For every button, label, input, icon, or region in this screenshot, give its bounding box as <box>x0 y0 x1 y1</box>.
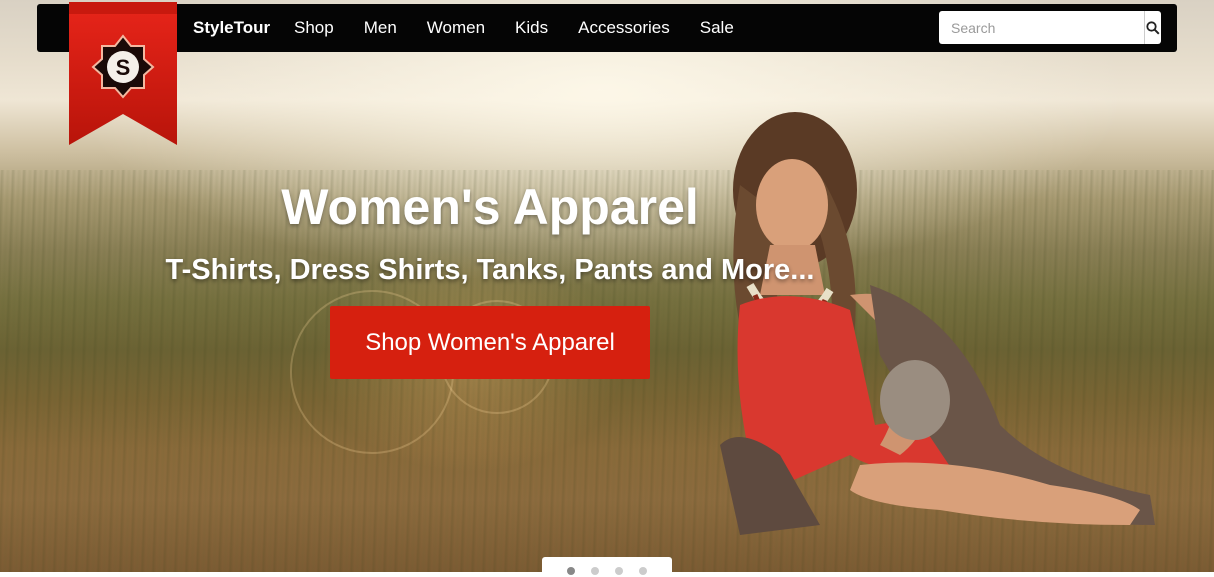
carousel-dot-3[interactable] <box>615 567 623 575</box>
hero-model-photo <box>720 112 1155 535</box>
search-input[interactable] <box>939 11 1144 44</box>
search-button[interactable] <box>1144 11 1161 44</box>
carousel-dot-2[interactable] <box>591 567 599 575</box>
carousel-dot-4[interactable] <box>639 567 647 575</box>
logo-ribbon[interactable]: S <box>69 2 177 145</box>
nav-item-men[interactable]: Men <box>364 18 397 38</box>
search-icon <box>1146 20 1160 35</box>
nav-item-sale[interactable]: Sale <box>700 18 734 38</box>
logo-letter: S <box>116 55 131 80</box>
main-nav: Shop Men Women Kids Accessories Sale <box>294 4 764 52</box>
shop-womens-apparel-button[interactable]: Shop Women's Apparel <box>330 306 650 379</box>
brand-name[interactable]: StyleTour <box>193 18 270 38</box>
nav-item-women[interactable]: Women <box>427 18 485 38</box>
nav-item-shop[interactable]: Shop <box>294 18 334 38</box>
top-navbar: StyleTour Shop Men Women Kids Accessorie… <box>37 4 1177 52</box>
search-form <box>939 11 1161 44</box>
hero-title: Women's Apparel <box>281 179 699 235</box>
nav-item-kids[interactable]: Kids <box>515 18 548 38</box>
nav-item-accessories[interactable]: Accessories <box>578 18 670 38</box>
carousel-indicators <box>542 557 672 577</box>
carousel-dot-1[interactable] <box>567 567 575 575</box>
hero-subtitle: T-Shirts, Dress Shirts, Tanks, Pants and… <box>165 254 815 286</box>
